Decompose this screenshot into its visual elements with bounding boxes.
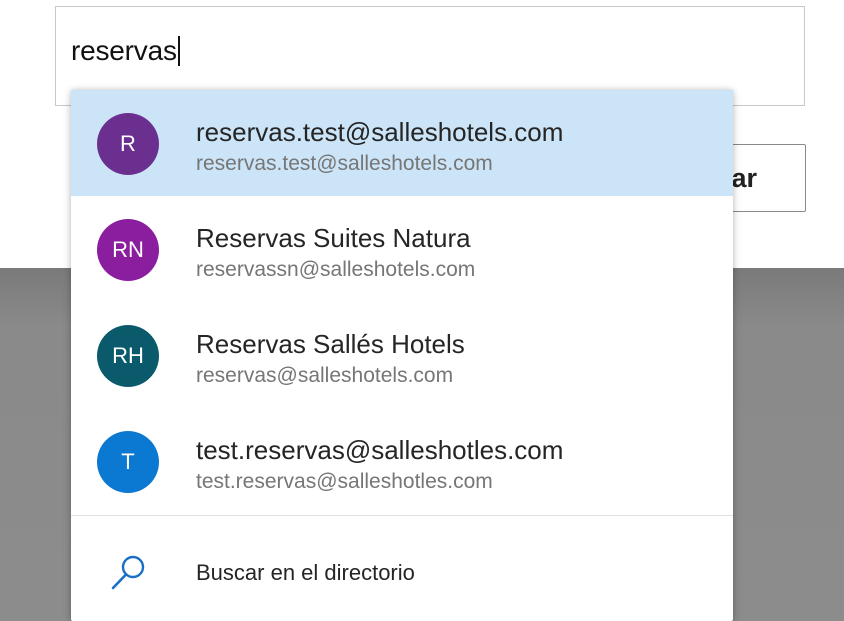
suggestion-name: Reservas Suites Natura (196, 223, 471, 253)
avatar: T (97, 431, 159, 493)
avatar-initials: RH (112, 343, 144, 368)
avatar: R (97, 113, 159, 175)
avatar-initials: RN (112, 237, 144, 262)
avatar-initials: R (120, 131, 136, 156)
autocomplete-dropdown: R reservas.test@salleshotels.com reserva… (71, 90, 733, 621)
suggestion-item[interactable]: T test.reservas@salleshotles.com test.re… (71, 408, 733, 514)
suggestion-email: reservas.test@salleshotels.com (196, 152, 493, 175)
suggestion-email: test.reservas@salleshotles.com (196, 470, 493, 493)
suggestion-name: test.reservas@salleshotles.com (196, 435, 564, 465)
search-directory-button[interactable]: Buscar en el directorio (71, 516, 733, 621)
search-directory-label: Buscar en el directorio (196, 560, 415, 585)
suggestion-name: Reservas Sallés Hotels (196, 329, 465, 359)
avatar-initials: T (121, 449, 135, 474)
text-caret (177, 36, 180, 66)
suggestion-email: reservassn@salleshotels.com (196, 258, 476, 281)
suggestion-item[interactable]: RH Reservas Sallés Hotels reservas@salle… (71, 302, 733, 408)
search-input-text[interactable]: reservas (71, 35, 180, 67)
suggestion-email: reservas@salleshotels.com (196, 364, 454, 387)
background-button-label: ar (731, 163, 757, 193)
search-icon (111, 555, 145, 590)
avatar: RN (97, 219, 159, 281)
suggestion-name: reservas.test@salleshotels.com (196, 117, 564, 147)
avatar: RH (97, 325, 159, 387)
suggestion-item[interactable]: R reservas.test@salleshotels.com reserva… (71, 90, 733, 196)
suggestion-item[interactable]: RN Reservas Suites Natura reservassn@sal… (71, 196, 733, 302)
